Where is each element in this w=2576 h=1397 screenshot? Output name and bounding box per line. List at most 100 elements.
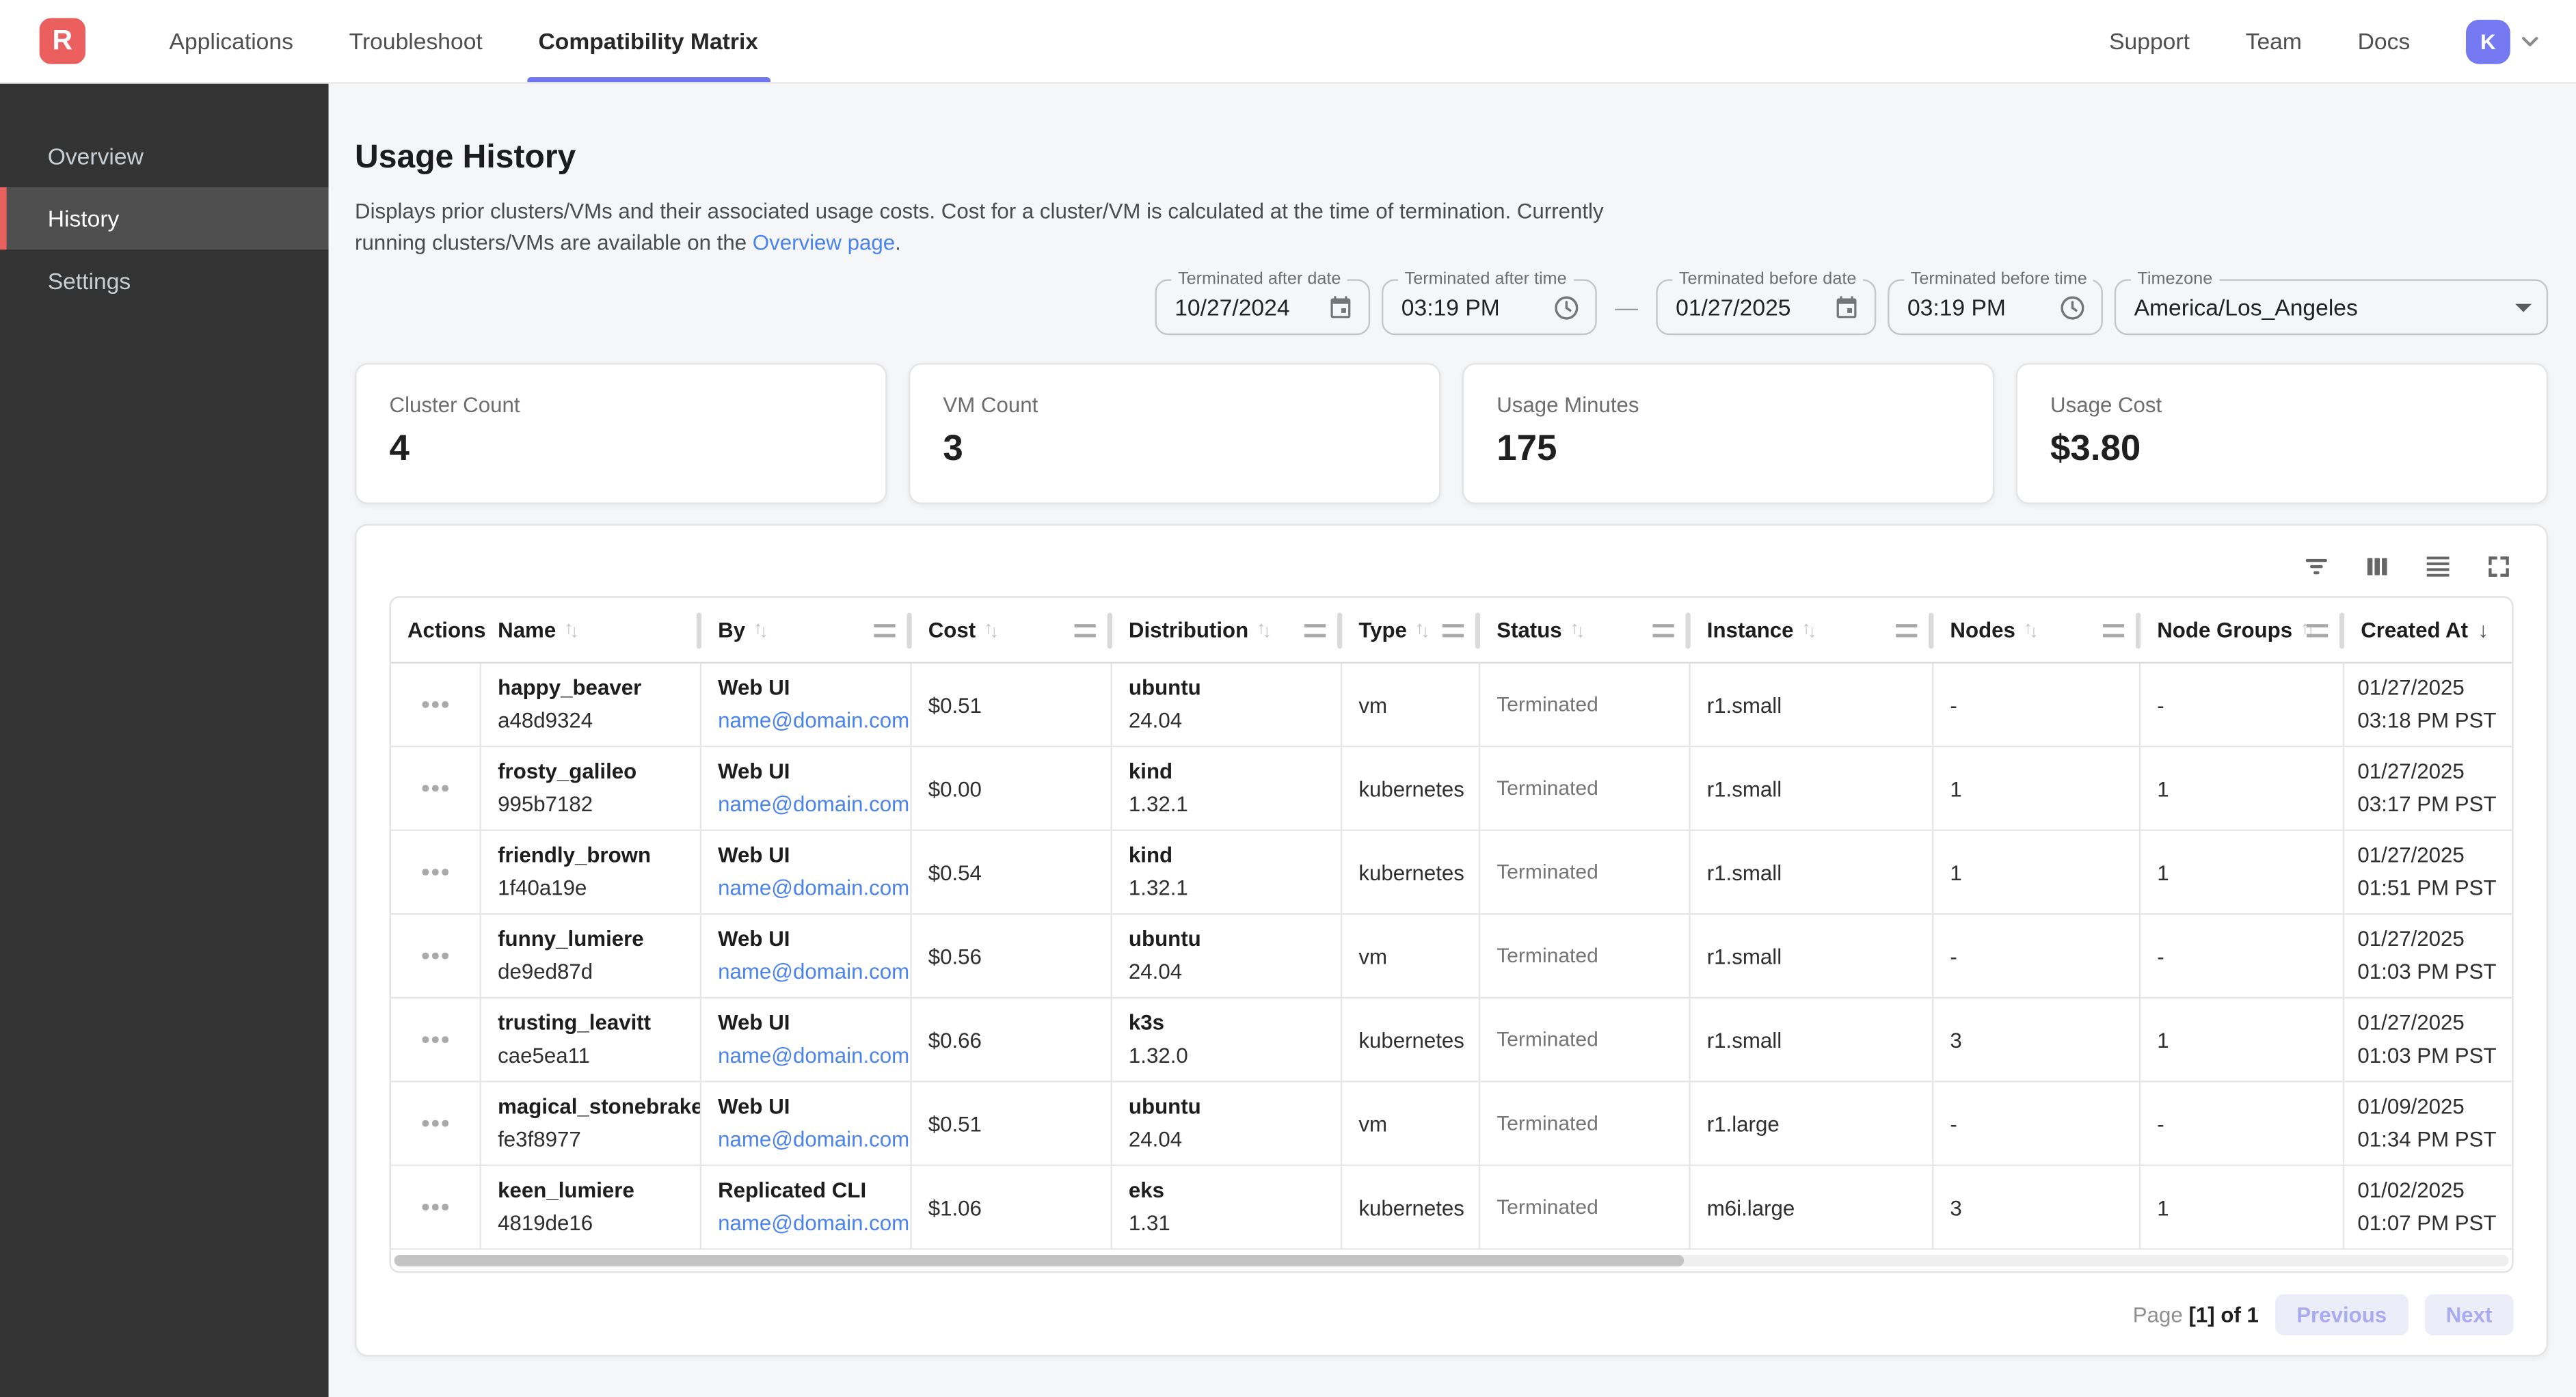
status-cell: Terminated xyxy=(1480,1083,1691,1165)
created-by-email-link[interactable]: name@domain.com xyxy=(718,705,894,737)
terminated-before-time-field[interactable]: Terminated before time 03:19 PM xyxy=(1888,280,2103,336)
app-root: R Applications Troubleshoot Compatibilit… xyxy=(0,0,2576,1397)
next-page-button[interactable]: Next xyxy=(2424,1294,2513,1335)
distribution-name: kind xyxy=(1129,839,1324,872)
table-row: keen_lumiere 4819de16 Replicated CLI nam… xyxy=(391,1166,2512,1250)
created-by-email-link[interactable]: name@domain.com xyxy=(718,1207,894,1240)
column-separator[interactable] xyxy=(1686,612,1691,649)
nav-item-compatibility-matrix[interactable]: Compatibility Matrix xyxy=(511,0,786,82)
column-header-cost[interactable]: Cost ↑↓ xyxy=(912,598,1112,662)
more-options-icon[interactable] xyxy=(416,859,455,884)
actions-cell xyxy=(391,999,481,1081)
column-header-distribution[interactable]: Distribution ↑↓ xyxy=(1112,598,1342,662)
column-menu-icon[interactable] xyxy=(2103,624,2124,637)
more-options-icon[interactable] xyxy=(416,1195,455,1220)
table-header-row: Actions Name ↑↓ By ↑↓ xyxy=(391,598,2512,664)
fullscreen-icon[interactable] xyxy=(2484,552,2513,581)
columns-icon[interactable] xyxy=(2363,552,2392,581)
created-by-source: Web UI xyxy=(718,923,894,956)
column-header-name[interactable]: Name ↑↓ xyxy=(481,598,701,662)
column-separator[interactable] xyxy=(697,612,701,649)
nodes-cell: 3 xyxy=(1933,1166,2141,1248)
calendar-icon[interactable] xyxy=(1834,294,1860,320)
created-by-email-link[interactable]: name@domain.com xyxy=(718,1040,894,1072)
created-by-email-link[interactable]: name@domain.com xyxy=(718,872,894,905)
actions-cell xyxy=(391,831,481,913)
column-menu-icon[interactable] xyxy=(2307,624,2328,637)
stat-label: Usage Cost xyxy=(2050,392,2514,417)
column-label: Distribution xyxy=(1129,618,1248,642)
more-options-icon[interactable] xyxy=(416,1027,455,1053)
node-groups-cell: 1 xyxy=(2141,999,2344,1081)
cost-value: $0.00 xyxy=(928,776,1095,800)
column-separator[interactable] xyxy=(2136,612,2141,649)
nav-item-applications[interactable]: Applications xyxy=(142,0,321,82)
nav-item-troubleshoot[interactable]: Troubleshoot xyxy=(321,0,511,82)
pagination-bar: Page [1] of 1 Previous Next xyxy=(390,1294,2514,1335)
column-separator[interactable] xyxy=(1929,612,1933,649)
overview-page-link[interactable]: Overview page xyxy=(753,230,895,254)
filter-icon[interactable] xyxy=(2302,552,2331,581)
account-menu[interactable]: K xyxy=(2466,19,2543,64)
column-separator[interactable] xyxy=(907,612,911,649)
column-header-status[interactable]: Status ↑↓ xyxy=(1480,598,1691,662)
terminated-before-date-field[interactable]: Terminated before date 01/27/2025 xyxy=(1656,280,1876,336)
distribution-name: ubuntu xyxy=(1129,923,1324,956)
avatar[interactable]: K xyxy=(2466,19,2510,64)
sidebar-item-history[interactable]: History xyxy=(0,187,329,249)
timezone-select[interactable]: Timezone America/Los_Angeles xyxy=(2115,280,2548,336)
replicated-logo[interactable]: R xyxy=(40,18,85,64)
more-options-icon[interactable] xyxy=(416,1111,455,1136)
scrollbar-track[interactable] xyxy=(394,1255,2509,1266)
terminated-after-date-field[interactable]: Terminated after date 10/27/2024 xyxy=(1155,280,1370,336)
created-at-cell: 01/09/2025 01:34 PM PST xyxy=(2344,1083,2512,1165)
column-header-node-groups[interactable]: Node Groups ↑↓ xyxy=(2141,598,2344,662)
clock-icon[interactable] xyxy=(2058,293,2087,321)
column-menu-icon[interactable] xyxy=(1896,624,1917,637)
created-by-email-link[interactable]: name@domain.com xyxy=(718,956,894,989)
column-menu-icon[interactable] xyxy=(1652,624,1674,637)
column-separator[interactable] xyxy=(2339,612,2344,649)
column-header-nodes[interactable]: Nodes ↑↓ xyxy=(1933,598,2141,662)
column-header-type[interactable]: Type ↑↓ xyxy=(1342,598,1480,662)
created-time: 01:03 PM PST xyxy=(2357,956,2499,989)
node-groups-cell: - xyxy=(2141,1083,2344,1165)
more-options-icon[interactable] xyxy=(416,943,455,968)
column-separator[interactable] xyxy=(1337,612,1342,649)
column-menu-icon[interactable] xyxy=(1075,624,1096,637)
created-by-email-link[interactable]: name@domain.com xyxy=(718,788,894,821)
created-by-source: Web UI xyxy=(718,755,894,788)
column-header-instance[interactable]: Instance ↑↓ xyxy=(1691,598,1934,662)
nav-link-docs[interactable]: Docs xyxy=(2358,28,2411,54)
nodes-value: 3 xyxy=(1950,1195,2122,1219)
created-by-email-link[interactable]: name@domain.com xyxy=(718,1124,894,1156)
terminated-before-time-value: 03:19 PM xyxy=(1907,294,2049,320)
name-cell: trusting_leavitt cae5ea11 xyxy=(481,999,701,1081)
density-icon[interactable] xyxy=(2424,552,2453,581)
column-header-by[interactable]: By ↑↓ xyxy=(701,598,912,662)
scrollbar-thumb[interactable] xyxy=(394,1255,1685,1266)
nav-link-team[interactable]: Team xyxy=(2246,28,2302,54)
calendar-icon[interactable] xyxy=(1328,294,1354,320)
nav-link-support[interactable]: Support xyxy=(2109,28,2190,54)
more-options-icon[interactable] xyxy=(416,692,455,717)
column-label: Nodes xyxy=(1950,618,2015,642)
cluster-name: frosty_galileo xyxy=(498,755,684,788)
actions-cell xyxy=(391,1083,481,1165)
column-menu-icon[interactable] xyxy=(1304,624,1326,637)
stat-value: $3.80 xyxy=(2050,427,2514,470)
column-menu-icon[interactable] xyxy=(1443,624,1464,637)
column-header-created-at[interactable]: Created At ↓ xyxy=(2344,598,2512,662)
column-separator[interactable] xyxy=(1475,612,1480,649)
previous-page-button[interactable]: Previous xyxy=(2275,1294,2408,1335)
clock-icon[interactable] xyxy=(1553,293,1581,321)
more-options-icon[interactable] xyxy=(416,776,455,801)
stat-card-cluster-count: Cluster Count 4 xyxy=(355,363,887,504)
sidebar-item-settings[interactable]: Settings xyxy=(0,249,329,312)
column-menu-icon[interactable] xyxy=(874,624,895,637)
sidebar-item-overview[interactable]: Overview xyxy=(0,125,329,187)
terminated-after-date-value: 10/27/2024 xyxy=(1175,294,1317,320)
column-separator[interactable] xyxy=(1108,612,1112,649)
terminated-after-time-field[interactable]: Terminated after time 03:19 PM xyxy=(1382,280,1597,336)
instance-cell: r1.small xyxy=(1691,831,1934,913)
